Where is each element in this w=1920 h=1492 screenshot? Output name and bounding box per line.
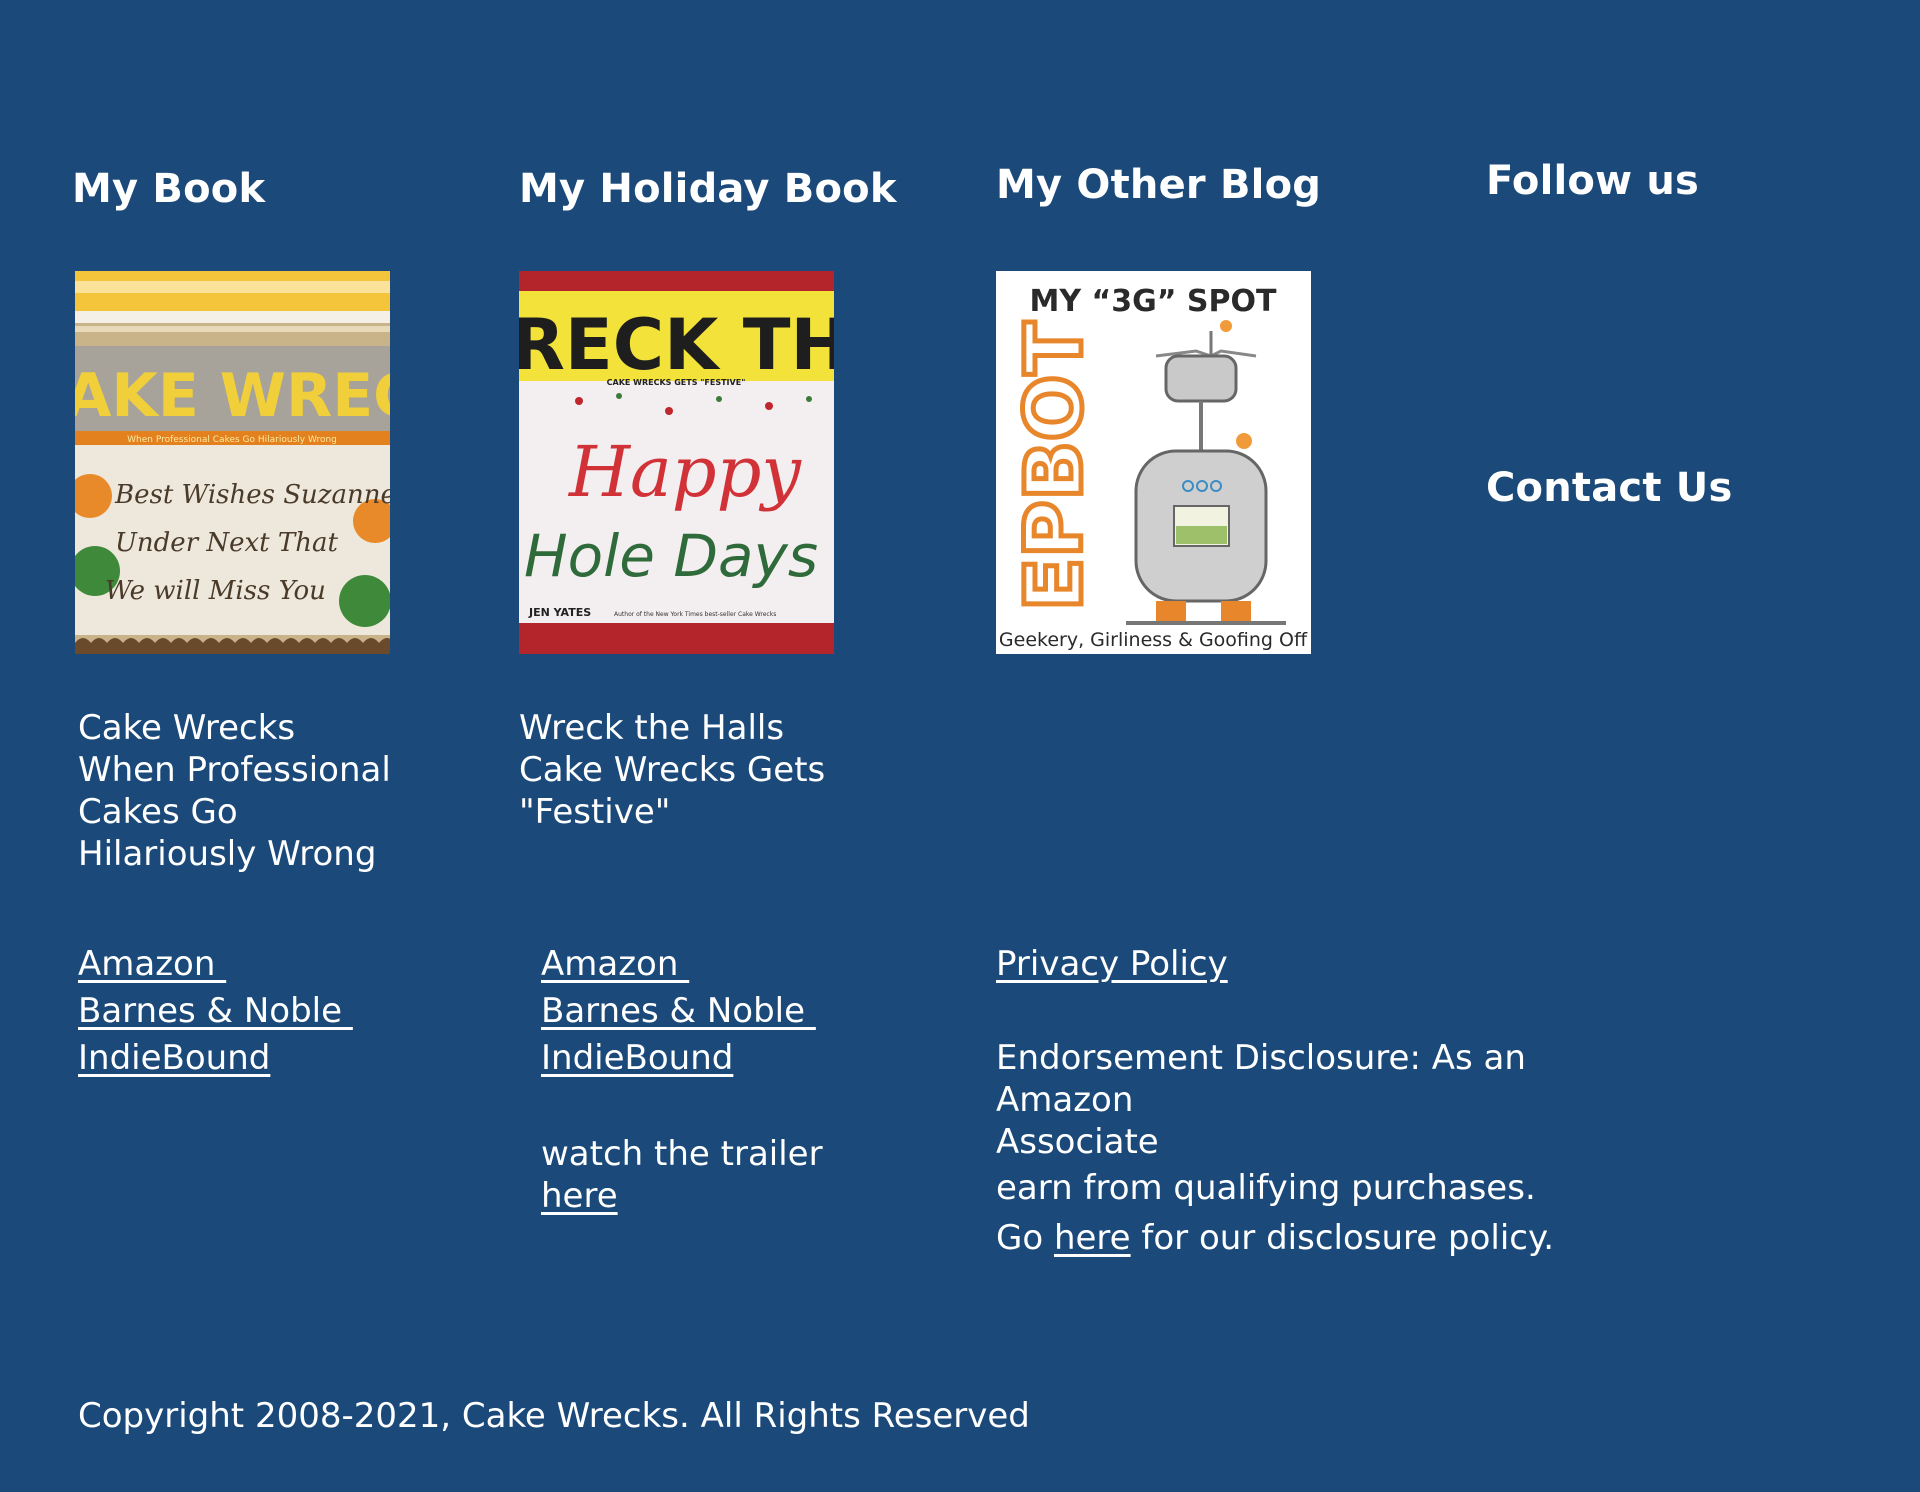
privacy-policy-link[interactable]: Privacy Policy [996,941,1228,988]
my-book-cover-subtitle: When Professional Cakes Go Hilariously W… [127,435,337,445]
my-book-cover-line2: Under Next That [115,528,338,558]
holiday-book-barnes-noble-link[interactable]: Barnes & Noble [541,988,816,1035]
privacy-links: Privacy Policy [996,941,1228,988]
my-book-indiebound-link[interactable]: IndieBound [78,1035,353,1082]
disclosure-policy: Go here for our disclosure policy. [996,1217,1554,1259]
holiday-book-links: Amazon Barnes & Noble IndieBound [541,941,816,1082]
holiday-book-description-line2: Cake Wrecks Gets [519,750,826,790]
epbot-banner-side: EPBOT [1010,322,1100,611]
holiday-book-amazon-link[interactable]: Amazon [541,941,816,988]
holiday-book-cover-author-note: Author of the New York Times best-seller… [614,611,776,618]
disclosure-line1: Endorsement Disclosure: As an Amazon [996,1038,1526,1120]
policy-prefix: Go [996,1218,1054,1258]
holiday-book-description-line3: "Festive" [519,792,671,832]
holiday-book-cover[interactable]: RECK THE HAL CAKE WRECKS GETS "FESTIVE" … [519,271,834,654]
policy-suffix: for our disclosure policy. [1130,1218,1555,1258]
holiday-book-cover-line1: Happy [567,431,802,513]
follow-us-heading: Follow us [1486,158,1700,204]
contact-us-link[interactable]: Contact Us [1486,465,1732,511]
copyright: Copyright 2008-2021, Cake Wrecks. All Ri… [78,1396,1030,1436]
holiday-book-cover-title: RECK THE HAL [519,304,834,386]
trailer-here-link[interactable]: here [541,1176,618,1216]
endorsement-disclosure: Endorsement Disclosure: As an Amazon Ass… [996,1037,1636,1209]
my-book-cover-title: AKE WRECK [75,361,390,431]
holiday-book-heading: My Holiday Book [519,166,897,212]
epbot-banner-top: MY “3G” SPOT [1030,284,1277,319]
holiday-book-indiebound-link[interactable]: IndieBound [541,1035,816,1082]
holiday-book-description: Wreck the Halls Cake Wrecks Gets "Festiv… [519,707,839,833]
my-book-heading: My Book [72,166,266,212]
disclosure-line2: Associate [996,1122,1159,1162]
my-book-amazon-link[interactable]: Amazon [78,941,353,988]
holiday-book-cover-author: JEN YATES [528,606,591,619]
epbot-blog-banner[interactable]: MY “3G” SPOT EPBOT Geekery, Girliness & … [996,271,1311,654]
holiday-book-description-line1: Wreck the Halls [519,708,785,748]
holiday-book-cover-line2: Hole Days [524,522,818,590]
my-book-description: Cake Wrecks When Professional Cakes Go H… [78,708,391,874]
my-book-links: Amazon Barnes & Noble IndieBound [78,941,353,1082]
disclosure-here-link[interactable]: here [1054,1218,1131,1258]
my-book-cover[interactable]: AKE WRECK When Professional Cakes Go Hil… [75,271,390,654]
other-blog-heading: My Other Blog [996,162,1322,208]
disclosure-line3: earn from qualifying purchases. [996,1168,1536,1208]
my-book-cover-line1: Best Wishes Suzanne [114,480,390,510]
holiday-book-cover-tag: CAKE WRECKS GETS "FESTIVE" [607,378,746,387]
trailer-block: watch the trailer here [541,1133,823,1217]
trailer-text: watch the trailer [541,1134,823,1174]
my-book-cover-line3: We will Miss You [105,576,326,606]
epbot-banner-bottom: Geekery, Girliness & Goofing Off [999,629,1308,651]
my-book-barnes-noble-link[interactable]: Barnes & Noble [78,988,353,1035]
